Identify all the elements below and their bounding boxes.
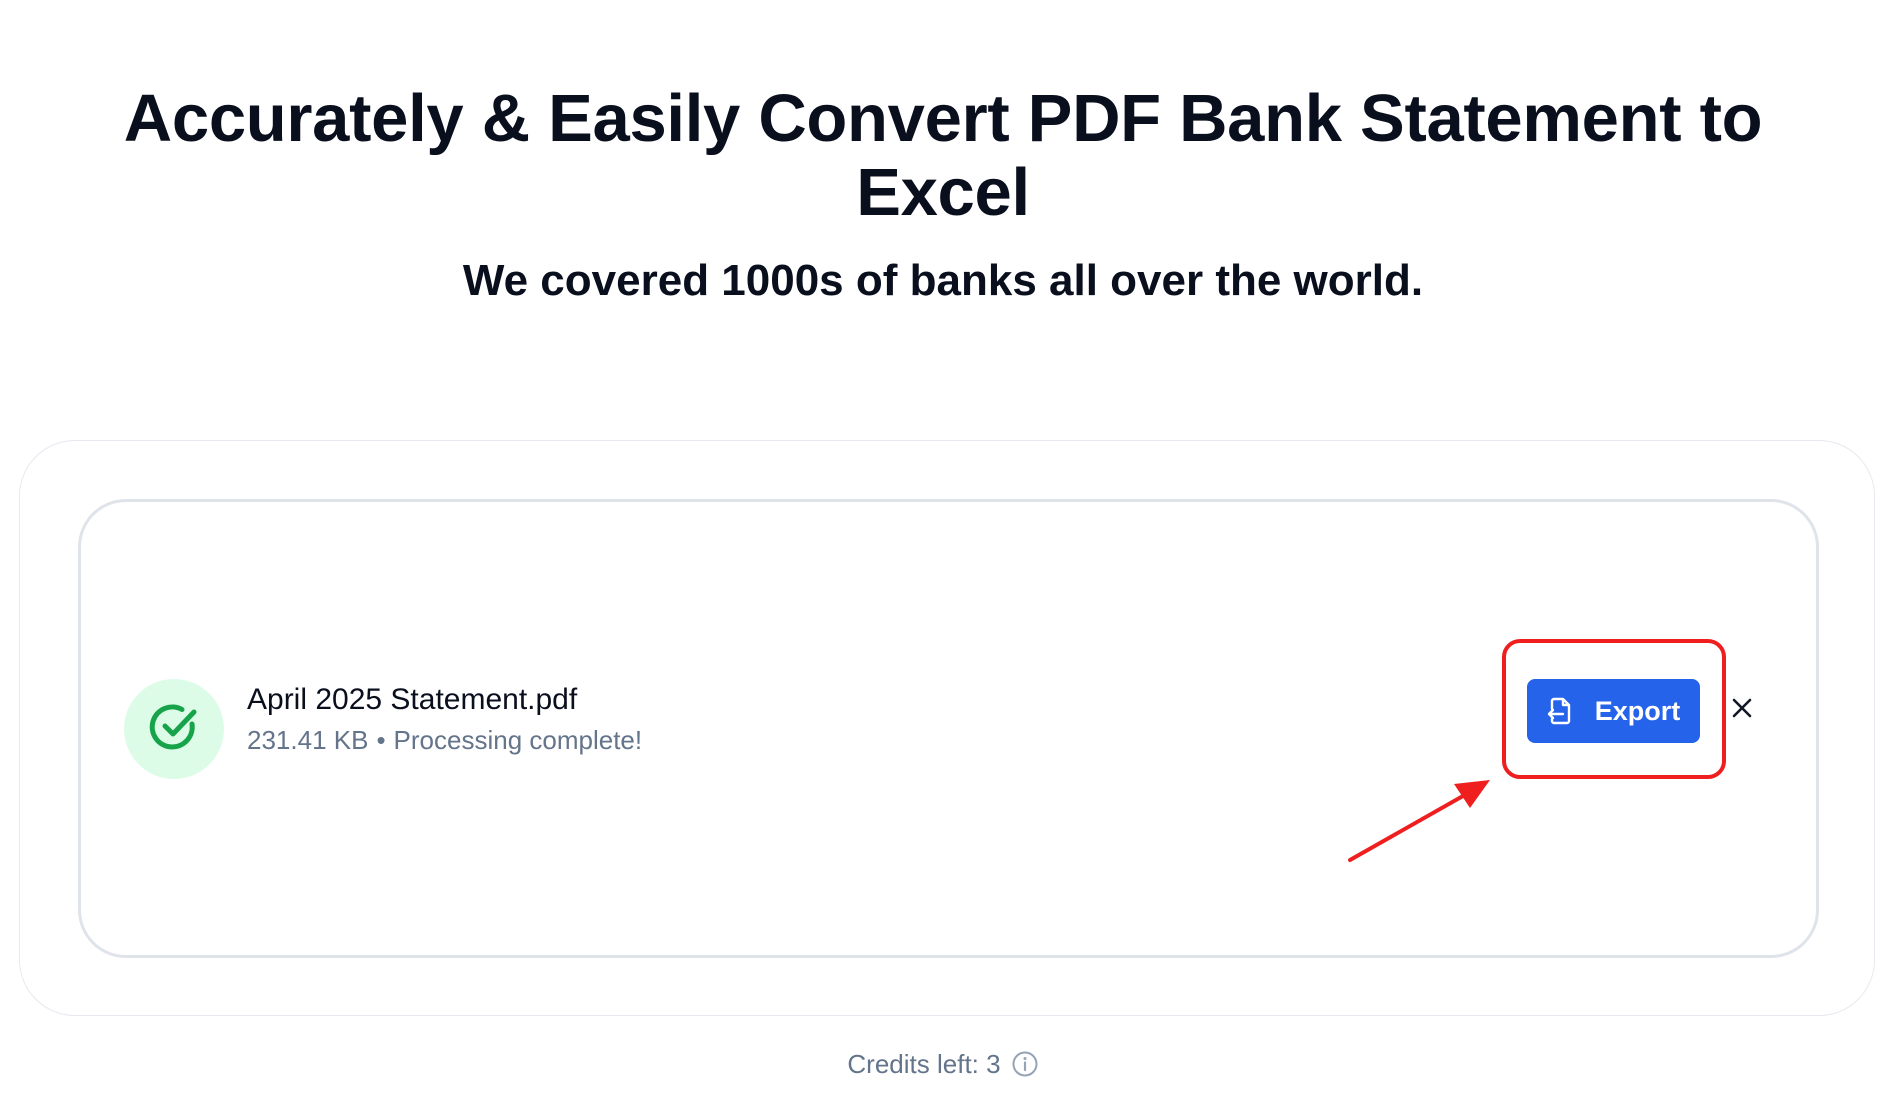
page-subtitle: We covered 1000s of banks all over the w… <box>462 256 1424 305</box>
file-status: Processing complete! <box>393 725 643 755</box>
remove-file-button[interactable] <box>1726 694 1758 726</box>
status-indicator <box>124 679 224 779</box>
file-name: April 2025 Statement.pdf <box>247 683 578 716</box>
page: Accurately & Easily Convert PDF Bank Sta… <box>0 0 1886 1108</box>
meta-separator: • <box>376 725 386 755</box>
file-size: 231.41 KB <box>247 725 369 755</box>
page-title: Accurately & Easily Convert PDF Bank Sta… <box>123 81 1763 230</box>
export-button[interactable]: Export <box>1527 679 1700 743</box>
info-icon[interactable] <box>1011 1050 1039 1078</box>
credits-info: Credits left: 3 <box>0 1048 1886 1080</box>
close-icon <box>1731 697 1753 724</box>
check-circle-icon <box>146 699 202 760</box>
file-meta: 231.41 KB • Processing complete! <box>247 723 642 757</box>
annotation-arrow <box>1348 780 1490 862</box>
file-export-icon <box>1547 697 1573 725</box>
export-button-label: Export <box>1594 695 1681 726</box>
credits-label: Credits left: 3 <box>847 1049 1001 1079</box>
